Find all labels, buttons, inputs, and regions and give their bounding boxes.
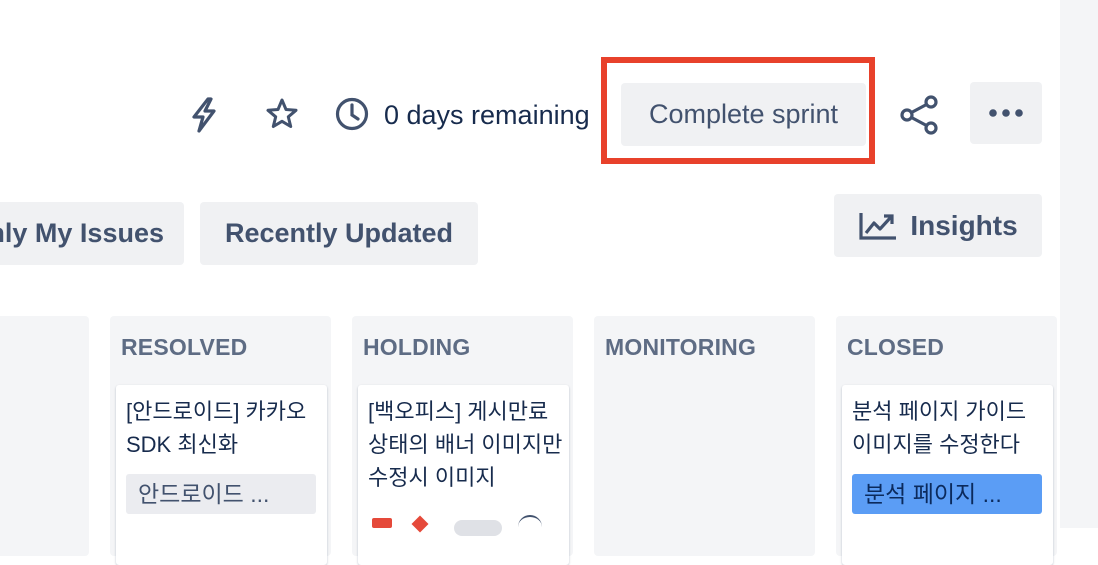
issue-card[interactable]: [백오피스] 게시만료 상태의 배너 이미지만 수정시 이미지 (358, 385, 569, 565)
complete-sprint-button[interactable]: Complete sprint (621, 83, 866, 146)
share-icon[interactable] (897, 93, 941, 137)
avatar[interactable] (518, 515, 542, 531)
epic-badge: 분석 페이지 ... (852, 474, 1042, 514)
more-horizontal-icon (989, 109, 1023, 117)
insights-label: Insights (910, 209, 1018, 241)
estimate-badge (454, 520, 502, 536)
page-scrollbar[interactable] (1060, 0, 1098, 528)
recently-updated-filter[interactable]: Recently Updated (200, 202, 478, 265)
trend-chart-icon (858, 211, 898, 241)
epic-badge: 안드로이드 ... (126, 474, 316, 514)
only-my-issues-filter[interactable]: nly My Issues (0, 202, 184, 265)
column-title: CLOSED (847, 334, 945, 360)
column-title: RESOLVED (121, 334, 248, 360)
board-column-resolved: RESOLVED [안드로이드] 카카오 SDK 최신화 안드로이드 ... (110, 316, 331, 565)
clock-icon (332, 94, 372, 134)
issue-card[interactable]: [안드로이드] 카카오 SDK 최신화 안드로이드 ... (116, 385, 327, 565)
column-title: HOLDING (363, 334, 471, 360)
priority-icon (411, 515, 429, 533)
more-actions-button[interactable] (970, 82, 1042, 144)
column-title: MONITORING (605, 334, 757, 360)
board-column-monitoring: MONITORING (594, 316, 815, 556)
issue-card-title: 분석 페이지 가이드 이미지를 수정한다 (852, 399, 1027, 457)
days-remaining-text: 0 days remaining (384, 100, 590, 130)
bug-type-icon (372, 518, 392, 528)
issue-card-title: [백오피스] 게시만료 상태의 배너 이미지만 수정시 이미지 (368, 399, 563, 490)
lightning-bolt-icon[interactable] (184, 94, 224, 136)
board-column-partial (0, 316, 89, 556)
insights-button[interactable]: Insights (834, 194, 1042, 257)
board-column-holding: HOLDING [백오피스] 게시만료 상태의 배너 이미지만 수정시 이미지 (352, 316, 573, 565)
issue-card-title: [안드로이드] 카카오 SDK 최신화 (126, 399, 307, 457)
issue-card[interactable]: 분석 페이지 가이드 이미지를 수정한다 분석 페이지 ... (842, 385, 1053, 565)
star-icon[interactable] (262, 94, 302, 134)
board-column-closed: CLOSED 분석 페이지 가이드 이미지를 수정한다 분석 페이지 ... (836, 316, 1057, 565)
